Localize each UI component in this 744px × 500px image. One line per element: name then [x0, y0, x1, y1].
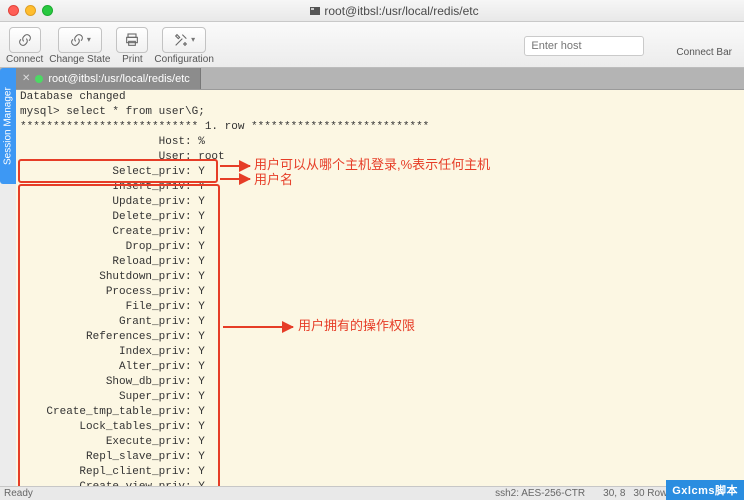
annotation-text: 用户可以从哪个主机登录,%表示任何主机: [254, 157, 490, 172]
terminal-line: mysql> select * from user\G;: [20, 105, 740, 120]
configuration-label: Configuration: [154, 54, 213, 65]
minimize-button[interactable]: [25, 5, 36, 16]
status-bar: Ready ssh2: AES-256-CTR 30, 8 30 Rows, 1…: [0, 486, 744, 500]
arrow-icon: [220, 178, 250, 180]
print-label: Print: [122, 54, 143, 65]
terminal-line: Database changed: [20, 90, 740, 105]
connect-bar-label: Connect Bar: [676, 47, 732, 58]
tab-session[interactable]: ✕ root@itbsl:/usr/local/redis/etc: [16, 68, 201, 89]
annotation-text: 用户拥有的操作权限: [298, 318, 415, 333]
change-state-group: ▾ Change State: [49, 27, 110, 65]
change-state-label: Change State: [49, 54, 110, 65]
connect-button[interactable]: [9, 27, 41, 53]
link-icon: [69, 32, 85, 48]
arrow-icon: [220, 165, 250, 167]
status-dot-icon: [35, 75, 43, 83]
annotation-box: [18, 184, 220, 486]
terminal-icon: [310, 7, 320, 15]
status-cipher: ssh2: AES-256-CTR: [495, 488, 585, 499]
session-manager-tab[interactable]: Session Manager: [0, 68, 16, 184]
printer-icon: [124, 32, 140, 48]
tab-label: root@itbsl:/usr/local/redis/etc: [48, 73, 189, 85]
window-title: root@itbsl:/usr/local/redis/etc: [53, 4, 736, 18]
print-group: Print: [116, 27, 148, 65]
arrow-icon: [223, 326, 293, 328]
configuration-button[interactable]: ▾: [162, 27, 206, 53]
traffic-lights: [8, 5, 53, 16]
change-state-button[interactable]: ▾: [58, 27, 102, 53]
close-icon[interactable]: ✕: [22, 73, 30, 84]
status-ready: Ready: [4, 488, 33, 499]
terminal-pane[interactable]: Database changed mysql> select * from us…: [16, 90, 744, 486]
watermark: Gxlcms脚本: [666, 480, 744, 500]
host-input[interactable]: [524, 36, 644, 56]
connect-group: Connect: [6, 27, 43, 65]
tab-bar: ✕ root@itbsl:/usr/local/redis/etc: [0, 68, 744, 90]
link-icon: [17, 32, 33, 48]
terminal-line: Host: %: [20, 135, 740, 150]
window-title-text: root@itbsl:/usr/local/redis/etc: [324, 4, 478, 18]
connect-label: Connect: [6, 54, 43, 65]
annotation-box: [18, 159, 218, 183]
chevron-down-icon: ▾: [191, 35, 195, 44]
configuration-group: ▾ Configuration: [154, 27, 213, 65]
close-button[interactable]: [8, 5, 19, 16]
chevron-down-icon: ▾: [87, 35, 91, 44]
print-button[interactable]: [116, 27, 148, 53]
toolbar: Connect ▾ Change State Print ▾ Configura…: [0, 22, 744, 68]
status-cursor-pos: 30, 8: [603, 488, 625, 499]
tools-icon: [173, 32, 189, 48]
annotation-text: 用户名: [254, 172, 293, 187]
terminal-line: *************************** 1. row *****…: [20, 120, 740, 135]
window-titlebar: root@itbsl:/usr/local/redis/etc: [0, 0, 744, 22]
zoom-button[interactable]: [42, 5, 53, 16]
